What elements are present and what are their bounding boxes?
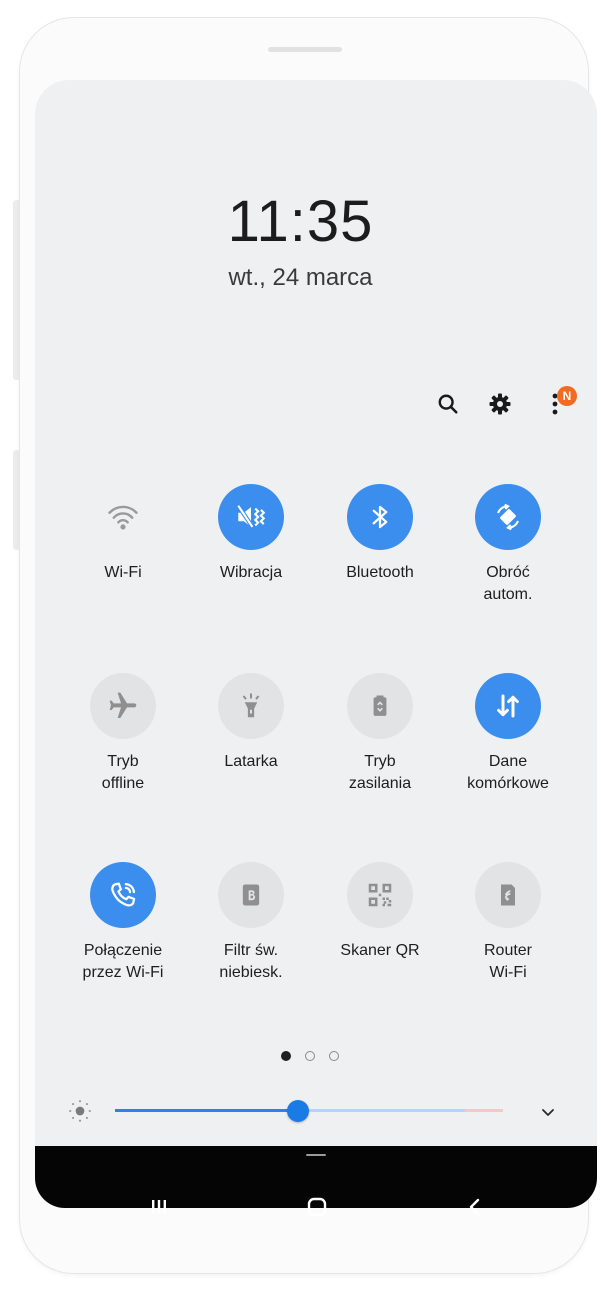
tile-circle[interactable]: [347, 673, 413, 739]
page-dot-2[interactable]: [305, 1051, 315, 1061]
tile-airplane-mode[interactable]: Tryb offline: [59, 673, 187, 795]
tile-label: Filtr św. niebiesk.: [219, 942, 283, 981]
page-dot-1[interactable]: [281, 1051, 291, 1061]
clock: 11:35: [227, 189, 374, 254]
tile-label: Wibracja: [219, 564, 283, 581]
tile-wifi[interactable]: Wi-Fi: [59, 484, 187, 584]
tile-circle[interactable]: [475, 862, 541, 928]
tile-qr-scanner[interactable]: Skaner QR: [316, 862, 444, 962]
brightness-track-filled[interactable]: [115, 1109, 298, 1112]
tile-label: Wi-Fi: [104, 564, 142, 581]
page-dot-3[interactable]: [329, 1051, 339, 1061]
tile-power-mode[interactable]: Tryb zasilania: [316, 673, 444, 795]
qr-scanner-icon: [368, 883, 392, 907]
gear-icon[interactable]: [485, 389, 515, 419]
tile-vibrate[interactable]: Wibracja: [187, 484, 315, 584]
mobile-hotspot-icon: [501, 884, 515, 906]
home-button[interactable]: [297, 1192, 337, 1222]
tile-mobile-hotspot[interactable]: Router Wi-Fi: [444, 862, 572, 984]
brightness-icon: [65, 1096, 95, 1126]
airplane-icon: [109, 692, 137, 718]
auto-rotate-icon: [497, 503, 519, 531]
chevron-down-icon[interactable]: [533, 1097, 563, 1127]
tile-wifi-calling[interactable]: Połączenie przez Wi-Fi: [59, 862, 187, 984]
vibrate-icon: [236, 504, 266, 529]
wifi-icon: [108, 505, 138, 530]
date: wt., 24 marca: [228, 264, 373, 291]
back-button[interactable]: [455, 1192, 495, 1222]
brightness-slider-thumb[interactable]: [287, 1100, 309, 1122]
home-icon: [307, 1197, 327, 1217]
tile-label: Obróć autom.: [483, 564, 533, 603]
tile-circle[interactable]: [90, 862, 156, 928]
tile-mobile-data[interactable]: Dane komórkowe: [444, 673, 572, 795]
tile-circle[interactable]: [218, 484, 284, 550]
brightness-track-empty[interactable]: [298, 1109, 465, 1112]
tile-circle[interactable]: [218, 862, 284, 928]
notification-badge: N: [557, 386, 577, 406]
tile-label: Bluetooth: [346, 564, 414, 581]
tile-circle[interactable]: [347, 484, 413, 550]
tile-circle[interactable]: [90, 484, 156, 550]
phone-side-button-bottom: [13, 450, 20, 550]
back-icon: [469, 1198, 480, 1216]
page-indicator[interactable]: [281, 1051, 339, 1061]
tile-circle[interactable]: [475, 673, 541, 739]
brightness-track-high[interactable]: [465, 1109, 503, 1112]
phone-speaker: [268, 47, 342, 52]
tile-flashlight[interactable]: Latarka: [187, 673, 315, 773]
tile-circle[interactable]: [347, 862, 413, 928]
tile-circle[interactable]: [90, 673, 156, 739]
battery-icon: [373, 695, 387, 716]
search-icon[interactable]: [433, 389, 463, 419]
tile-label: Tryb zasilania: [348, 753, 412, 792]
tile-auto-rotate[interactable]: Obróć autom.: [444, 484, 572, 606]
flashlight-icon: [242, 693, 260, 718]
recent-apps-icon: [152, 1200, 166, 1214]
recent-apps-button[interactable]: [139, 1192, 179, 1222]
tile-label: Dane komórkowe: [467, 753, 549, 792]
tile-bluetooth[interactable]: Bluetooth: [316, 484, 444, 584]
blue-light-filter-icon: [242, 884, 260, 906]
tile-label: Latarka: [224, 753, 278, 770]
tile-label: Połączenie przez Wi-Fi: [82, 942, 164, 981]
tile-label: Router Wi-Fi: [483, 942, 533, 981]
bluetooth-icon: [372, 505, 388, 529]
tile-label: Tryb offline: [101, 753, 145, 792]
tile-blue-light-filter[interactable]: Filtr św. niebiesk.: [187, 862, 315, 984]
tile-label: Skaner QR: [340, 942, 420, 959]
wifi-calling-icon: [111, 882, 136, 907]
panel-drag-handle[interactable]: [306, 1154, 326, 1156]
tile-circle[interactable]: [475, 484, 541, 550]
mobile-data-icon: [497, 694, 519, 718]
tile-circle[interactable]: [218, 673, 284, 739]
